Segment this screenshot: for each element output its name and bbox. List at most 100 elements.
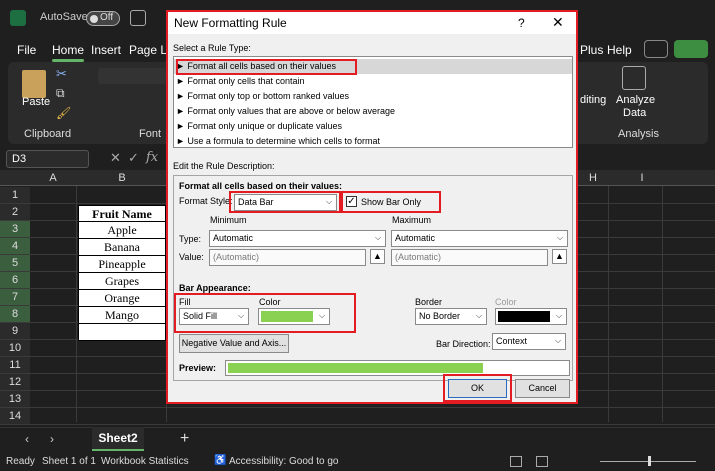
bar-direction-dropdown[interactable]: Context ⌵	[492, 333, 566, 350]
analyze-label-1[interactable]: Analyze	[616, 94, 655, 106]
ok-button[interactable]: OK	[448, 379, 507, 398]
minimum-value-input[interactable]: (Automatic)	[209, 249, 366, 266]
bar-direction-label: Bar Direction:	[436, 339, 491, 349]
menu-add-ins[interactable]: Plus	[580, 43, 603, 57]
grid-line	[608, 186, 609, 422]
row-header[interactable]: 8	[0, 306, 30, 323]
negative-value-axis-button[interactable]: Negative Value and Axis...	[179, 334, 289, 353]
rule-type-item[interactable]: ► Format only top or bottom ranked value…	[174, 89, 572, 104]
menu-insert[interactable]: Insert	[91, 43, 121, 57]
font-group-label: Font	[139, 128, 162, 140]
prev-sheet-icon[interactable]: ‹	[25, 432, 29, 446]
list-arrow-icon: ►	[176, 121, 188, 131]
row-header[interactable]: 9	[0, 323, 30, 340]
row-header[interactable]: 13	[0, 391, 30, 408]
page-layout-view-icon[interactable]	[536, 456, 548, 467]
maximum-range-picker-icon[interactable]: ▲	[552, 249, 567, 264]
enter-icon[interactable]: ✓	[128, 150, 139, 166]
rule-type-item[interactable]: ► Format only unique or duplicate values	[174, 119, 572, 134]
cancel-button[interactable]: Cancel	[515, 379, 570, 398]
menu-help[interactable]: Help	[607, 43, 632, 57]
maximum-type-dropdown[interactable]: Automatic ⌵	[391, 230, 568, 247]
checkmark-icon: ✓	[347, 196, 356, 207]
rule-type-item[interactable]: ► Format only values that are above or b…	[174, 104, 572, 119]
fruit-cell[interactable]: Grapes	[78, 273, 166, 290]
share-button[interactable]	[674, 40, 708, 58]
close-icon[interactable]: ✕	[552, 14, 564, 31]
row-header[interactable]: 3	[0, 221, 30, 238]
bar-appearance-label: Bar Appearance:	[179, 283, 251, 293]
rule-description-box: Format all cells based on their values: …	[173, 175, 573, 381]
cut-icon[interactable]: ✂	[56, 66, 67, 82]
value-label: Value:	[179, 252, 204, 262]
grid-line	[662, 186, 663, 422]
editing-label[interactable]: diting	[580, 94, 606, 106]
fruit-cell[interactable]: Pineapple	[78, 256, 166, 273]
zoom-slider-thumb[interactable]	[648, 456, 651, 466]
fruit-cell[interactable]: Banana	[78, 239, 166, 256]
row-header[interactable]: 6	[0, 272, 30, 289]
show-bar-only-checkbox[interactable]: ✓	[346, 196, 357, 207]
preview-box	[225, 360, 570, 376]
rule-type-item[interactable]: ► Format only cells that contain	[174, 74, 572, 89]
rule-type-item[interactable]: ► Use a formula to determine which cells…	[174, 134, 572, 149]
preview-bar	[228, 363, 483, 373]
comments-button[interactable]	[644, 40, 668, 58]
border-color-picker[interactable]: ⌵	[495, 308, 567, 325]
row-header[interactable]: 4	[0, 238, 30, 255]
sheet-tab-sheet2[interactable]: Sheet2	[92, 427, 144, 451]
font-name-box[interactable]	[98, 68, 166, 84]
row-header[interactable]: 7	[0, 289, 30, 306]
rule-type-highlight	[176, 59, 357, 75]
row-header[interactable]: 10	[0, 340, 30, 357]
status-workbook-stats[interactable]: Workbook Statistics	[101, 456, 189, 467]
column-header-b[interactable]: B	[78, 172, 166, 184]
fruit-cell[interactable]: Mango	[78, 307, 166, 324]
fx-icon[interactable]: fx	[146, 150, 158, 165]
minimum-type-dropdown[interactable]: Automatic ⌵	[209, 230, 386, 247]
row-header[interactable]: 11	[0, 357, 30, 374]
add-sheet-button[interactable]: +	[180, 430, 189, 448]
column-header-h[interactable]: H	[578, 172, 608, 184]
paste-label[interactable]: Paste	[22, 96, 50, 108]
fill-dropdown[interactable]: Solid Fill ⌵	[179, 308, 249, 325]
row-header[interactable]: 12	[0, 374, 30, 391]
toggle-state-label: Off	[100, 12, 114, 23]
fruit-cell-empty[interactable]	[78, 324, 166, 341]
new-formatting-rule-dialog: New Formatting Rule ? ✕ Select a Rule Ty…	[166, 10, 578, 404]
paste-icon[interactable]	[22, 70, 46, 98]
rule-type-list[interactable]: ► Format all cells based on their values…	[173, 56, 573, 148]
save-icon[interactable]	[130, 10, 146, 26]
analyze-label-2[interactable]: Data	[623, 107, 646, 119]
maximum-value-input[interactable]: (Automatic)	[391, 249, 548, 266]
list-arrow-icon: ►	[176, 91, 188, 101]
column-header-i[interactable]: I	[622, 172, 662, 184]
cancel-icon[interactable]: ✕	[110, 150, 121, 166]
format-painter-icon[interactable]: 🖌	[56, 106, 71, 120]
row-header[interactable]: 1	[0, 187, 30, 204]
help-icon[interactable]: ?	[518, 16, 525, 30]
fruit-cell[interactable]: Orange	[78, 290, 166, 307]
list-arrow-icon: ►	[176, 106, 188, 116]
row-header[interactable]: 2	[0, 204, 30, 221]
column-header-a[interactable]: A	[30, 172, 76, 184]
status-accessibility[interactable]: Accessibility: Good to go	[229, 456, 339, 467]
menu-home[interactable]: Home	[52, 43, 85, 62]
chevron-down-icon: ⌵	[553, 231, 567, 246]
accessibility-icon: ♿	[214, 455, 227, 466]
analyze-data-icon[interactable]	[622, 66, 646, 90]
normal-view-icon[interactable]	[510, 456, 522, 467]
fill-color-picker[interactable]: ⌵	[258, 308, 330, 325]
copy-icon[interactable]: ⧉	[56, 86, 65, 101]
show-bar-only-label[interactable]: Show Bar Only	[361, 197, 421, 207]
format-style-highlight	[229, 191, 341, 213]
menu-file[interactable]: File	[17, 43, 36, 57]
row-header[interactable]: 5	[0, 255, 30, 272]
fruit-cell[interactable]: Apple	[78, 222, 166, 239]
row-header[interactable]: 14	[0, 408, 30, 425]
minimum-range-picker-icon[interactable]: ▲	[370, 249, 385, 264]
name-box[interactable]: D3	[6, 150, 89, 168]
next-sheet-icon[interactable]: ›	[50, 432, 54, 446]
fruit-table-header[interactable]: Fruit Name	[78, 205, 166, 222]
border-dropdown[interactable]: No Border ⌵	[415, 308, 487, 325]
